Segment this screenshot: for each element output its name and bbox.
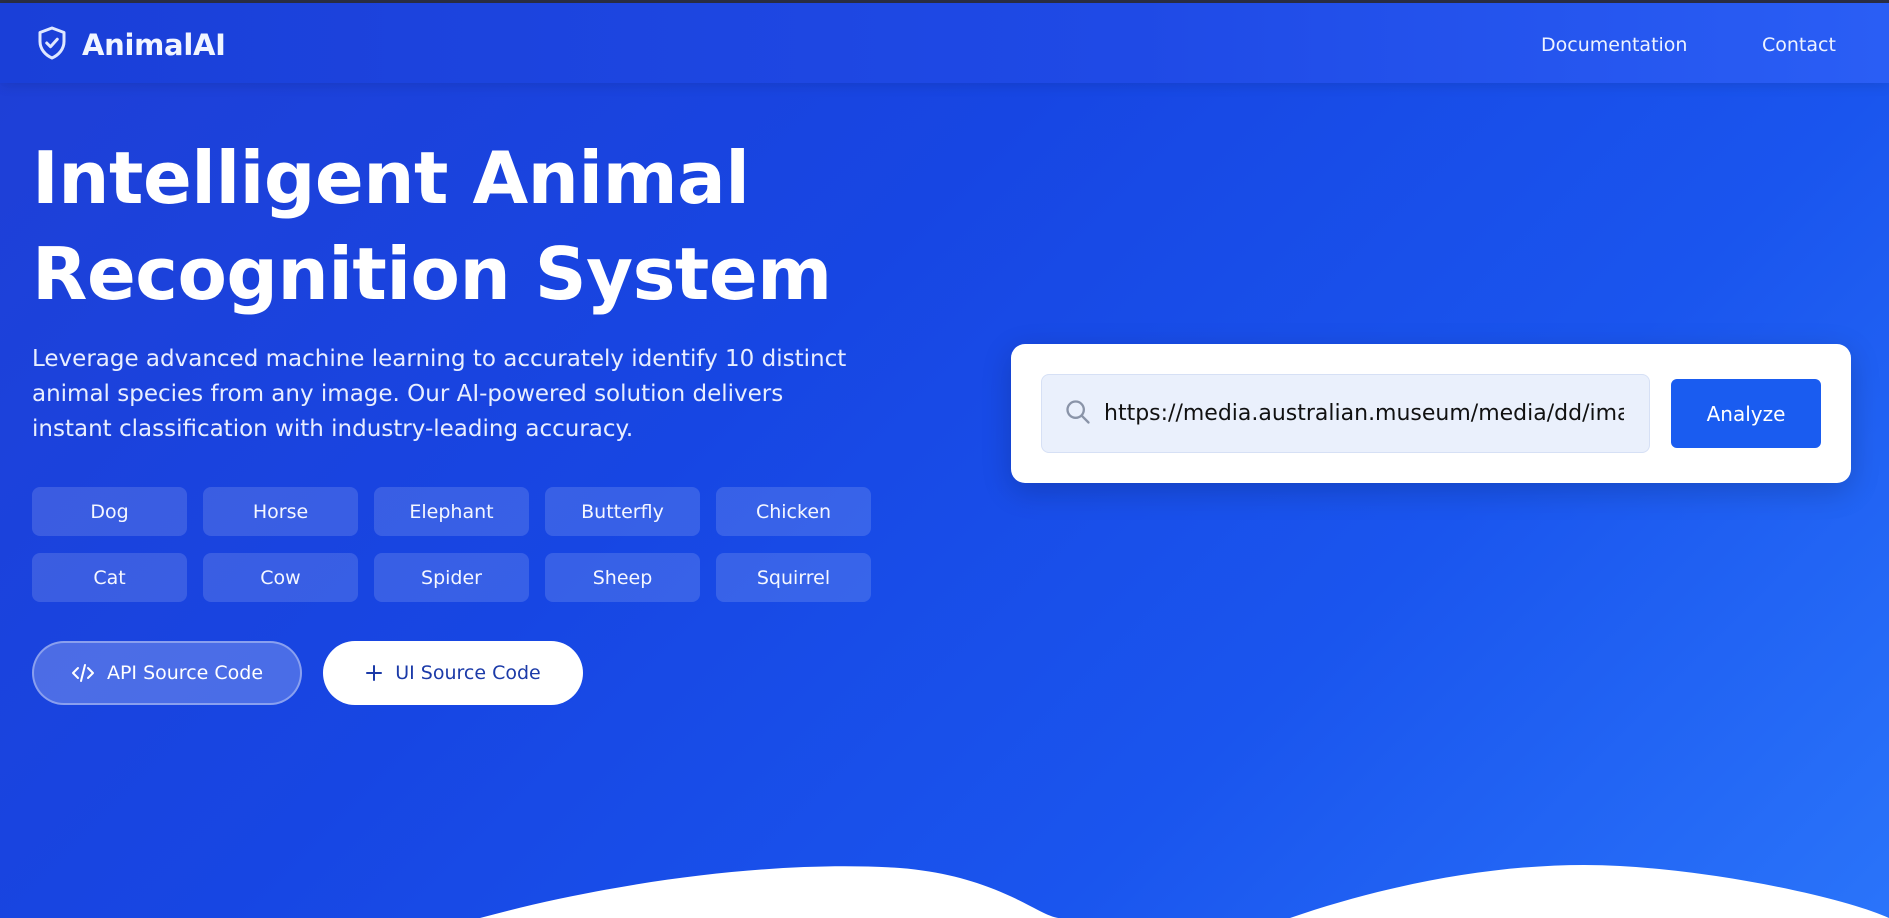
hero-title: Intelligent Animal Recognition System — [32, 130, 832, 322]
url-search-box[interactable] — [1041, 374, 1650, 453]
animal-chip-horse[interactable]: Horse — [203, 487, 358, 536]
plus-icon — [365, 664, 383, 682]
animal-chip-sheep[interactable]: Sheep — [545, 553, 700, 602]
animal-chip-list: Dog Horse Elephant Butterfly Chicken Cat… — [32, 487, 871, 602]
hero-description: Leverage advanced machine learning to ac… — [32, 346, 847, 442]
ui-source-code-button[interactable]: UI Source Code — [323, 641, 583, 705]
animal-chip-dog[interactable]: Dog — [32, 487, 187, 536]
animal-chip-chicken[interactable]: Chicken — [716, 487, 871, 536]
animal-chip-elephant[interactable]: Elephant — [374, 487, 529, 536]
animal-chip-cat[interactable]: Cat — [32, 553, 187, 602]
code-icon — [71, 663, 95, 683]
hero-title-line-1: Intelligent Animal — [32, 136, 750, 220]
api-source-code-button[interactable]: API Source Code — [32, 641, 302, 705]
animal-chip-cow[interactable]: Cow — [203, 553, 358, 602]
hero-title-line-2: Recognition System — [32, 232, 832, 316]
nav-contact-link[interactable]: Contact — [1762, 34, 1836, 56]
search-icon — [1042, 398, 1092, 430]
brand-name: AnimalAI — [82, 28, 226, 62]
shield-check-icon — [34, 25, 70, 65]
analyze-button[interactable]: Analyze — [1671, 379, 1821, 448]
ui-source-code-label: UI Source Code — [395, 662, 541, 684]
image-url-input[interactable] — [1104, 401, 1624, 426]
animal-chip-butterfly[interactable]: Butterfly — [545, 487, 700, 536]
wave-divider — [480, 864, 1889, 918]
analyze-card: Analyze — [1011, 344, 1851, 483]
animal-chip-spider[interactable]: Spider — [374, 553, 529, 602]
animal-chip-squirrel[interactable]: Squirrel — [716, 553, 871, 602]
brand[interactable]: AnimalAI — [34, 25, 226, 65]
api-source-code-label: API Source Code — [106, 662, 264, 684]
nav-documentation-link[interactable]: Documentation — [1541, 34, 1687, 56]
navbar: AnimalAI Documentation Contact — [0, 3, 1889, 83]
